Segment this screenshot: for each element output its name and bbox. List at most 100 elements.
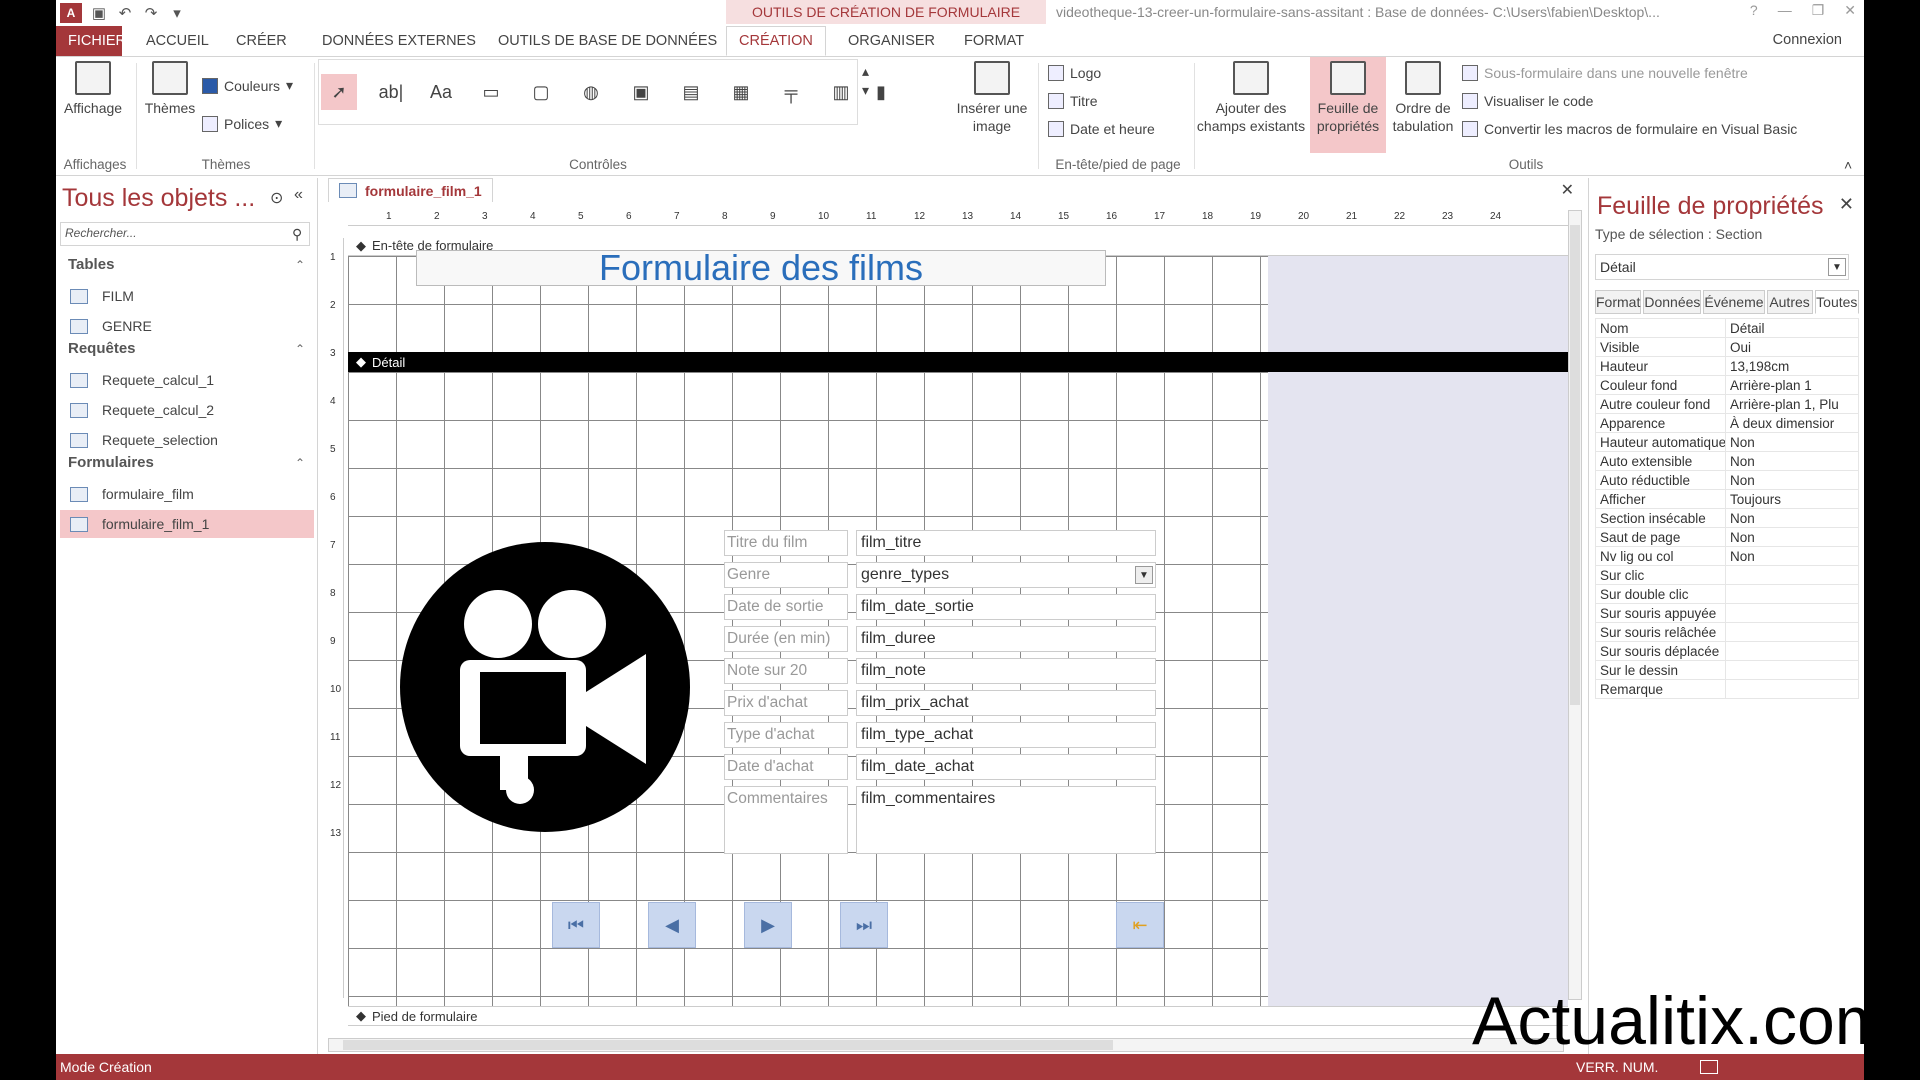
gallery-scroll[interactable]: ▴ ▾ (862, 63, 869, 99)
select-pointer-icon[interactable]: ➚ (321, 74, 357, 110)
search-icon[interactable]: ⚲ (292, 226, 302, 243)
nav-menu-icon[interactable]: ⊙ (270, 188, 283, 208)
scrollbar-thumb[interactable] (343, 1040, 1113, 1050)
help-icon[interactable]: ? (1750, 2, 1758, 19)
close-form-button[interactable]: ⇤ (1116, 902, 1164, 948)
logo-button[interactable]: Logo (1048, 65, 1101, 81)
tab-order-button[interactable]: Ordre de tabulation (1388, 61, 1458, 135)
property-row[interactable]: Hauteur automatique Non (1595, 432, 1859, 452)
property-value[interactable] (1725, 584, 1859, 604)
property-row[interactable]: Sur souris appuyée (1595, 603, 1859, 623)
property-value[interactable] (1725, 679, 1859, 699)
nav-section-tables[interactable]: Tables (68, 256, 114, 273)
tab-format[interactable]: FORMAT (952, 26, 1036, 56)
property-row[interactable]: Sur le dessin (1595, 660, 1859, 680)
restore-icon[interactable]: ❐ (1812, 2, 1825, 19)
section-bar-detail[interactable]: ◆ Détail (348, 352, 1568, 372)
tab-external-data[interactable]: DONNÉES EXTERNES (310, 26, 488, 56)
themes-button[interactable]: Thèmes (140, 61, 200, 117)
close-icon[interactable]: ✕ (1839, 194, 1854, 215)
scroll-down-icon[interactable]: ▾ (862, 82, 869, 99)
field-label[interactable]: Date de sortie (724, 594, 848, 620)
field-label[interactable]: Prix d'achat (724, 690, 848, 716)
customize-qat-icon[interactable]: ▾ (168, 4, 186, 22)
collapse-section-icon[interactable]: ⌃ (295, 342, 305, 356)
tab-design[interactable]: CRÉATION (726, 26, 826, 56)
property-row[interactable]: Auto extensible Non (1595, 451, 1859, 471)
selection-dropdown[interactable]: Détail ▼ (1595, 254, 1849, 280)
nav-item-form[interactable]: formulaire_film (60, 480, 314, 508)
close-window-icon[interactable]: ✕ (1844, 2, 1856, 19)
field-label[interactable]: Titre du film (724, 530, 848, 556)
property-row[interactable]: Hauteur 13,198cm (1595, 356, 1859, 376)
page-break-icon[interactable]: ╤ (773, 74, 809, 110)
document-tab[interactable]: formulaire_film_1 (328, 178, 493, 202)
convert-macros-button[interactable]: Convertir les macros de formulaire en Vi… (1462, 121, 1797, 137)
insert-image-button[interactable]: Insérer une image (952, 61, 1032, 135)
property-value[interactable]: Non (1725, 470, 1859, 490)
property-row[interactable]: Saut de page Non (1595, 527, 1859, 547)
collapse-section-icon[interactable]: ⌃ (295, 258, 305, 272)
section-bar-footer[interactable]: ◆ Pied de formulaire (348, 1006, 1568, 1026)
collapse-section-icon[interactable]: ⌃ (295, 456, 305, 470)
movie-camera-icon[interactable] (400, 542, 690, 832)
scroll-up-icon[interactable]: ▴ (862, 63, 869, 80)
collapse-ribbon-icon[interactable]: ˄ (1844, 157, 1852, 173)
combo-box-control-icon[interactable]: ▥ (823, 74, 859, 110)
nav-item-form-selected[interactable]: formulaire_film_1 (60, 510, 314, 538)
first-record-button[interactable]: ⏮ (552, 902, 600, 948)
web-browser-control-icon[interactable]: ▣ (623, 74, 659, 110)
nav-item-query[interactable]: Requete_calcul_2 (60, 396, 314, 424)
field-textbox[interactable]: film_duree (856, 626, 1156, 652)
view-code-button[interactable]: Visualiser le code (1462, 93, 1593, 109)
property-tab[interactable]: Événeme (1703, 290, 1765, 314)
property-row[interactable]: Auto réductible Non (1595, 470, 1859, 490)
nav-item-table[interactable]: FILM (60, 282, 314, 310)
last-record-button[interactable]: ⏭ (840, 902, 888, 948)
redo-icon[interactable]: ↷ (142, 4, 160, 22)
view-button[interactable]: Affichage (58, 61, 128, 117)
property-tab[interactable]: Autres (1766, 290, 1813, 314)
field-combo-box[interactable]: genre_types ▼ (856, 562, 1156, 588)
field-textbox[interactable]: film_date_achat (856, 754, 1156, 780)
field-textbox[interactable]: film_titre (856, 530, 1156, 556)
date-time-button[interactable]: Date et heure (1048, 121, 1155, 137)
option-group-icon[interactable]: ▦ (723, 74, 759, 110)
property-value[interactable] (1725, 622, 1859, 642)
field-label[interactable]: Type d'achat (724, 722, 848, 748)
chevron-down-icon[interactable]: ▼ (1135, 566, 1153, 584)
property-value[interactable] (1725, 641, 1859, 661)
horizontal-scrollbar[interactable] (328, 1038, 1564, 1052)
property-row[interactable]: Couleur fond Arrière-plan 1 (1595, 375, 1859, 395)
field-label[interactable]: Genre (724, 562, 848, 588)
property-value[interactable]: Non (1725, 527, 1859, 547)
property-value[interactable]: Oui (1725, 337, 1859, 357)
previous-record-button[interactable]: ◀ (648, 902, 696, 948)
property-row[interactable]: Apparence À deux dimensior (1595, 413, 1859, 433)
field-textbox[interactable]: film_type_achat (856, 722, 1156, 748)
field-textbox[interactable]: film_note (856, 658, 1156, 684)
field-label[interactable]: Commentaires (724, 786, 848, 854)
property-row[interactable]: Sur clic (1595, 565, 1859, 585)
field-label[interactable]: Note sur 20 (724, 658, 848, 684)
property-value[interactable] (1725, 660, 1859, 680)
nav-search-input[interactable]: Rechercher... (60, 222, 310, 246)
property-value[interactable]: Non (1725, 432, 1859, 452)
tab-control-icon[interactable]: ▢ (523, 74, 559, 110)
nav-item-query[interactable]: Requete_calcul_1 (60, 366, 314, 394)
property-row[interactable]: Autre couleur fond Arrière-plan 1, Plu (1595, 394, 1859, 414)
field-label[interactable]: Durée (en min) (724, 626, 848, 652)
property-value[interactable]: 13,198cm (1725, 356, 1859, 376)
tab-db-tools[interactable]: OUTILS DE BASE DE DONNÉES (486, 26, 729, 56)
property-tab[interactable]: Toutes (1814, 290, 1859, 314)
field-textbox[interactable]: film_date_sortie (856, 594, 1156, 620)
title-button[interactable]: Titre (1048, 93, 1097, 109)
property-value[interactable]: Non (1725, 546, 1859, 566)
subform-new-window-button[interactable]: Sous-formulaire dans une nouvelle fenêtr… (1462, 65, 1748, 81)
nav-item-query[interactable]: Requete_selection (60, 426, 314, 454)
property-row[interactable]: Nom Détail (1595, 318, 1859, 338)
fonts-button[interactable]: Polices ▾ (202, 115, 282, 132)
property-row[interactable]: Remarque (1595, 679, 1859, 699)
property-row[interactable]: Sur double clic (1595, 584, 1859, 604)
vertical-scrollbar[interactable] (1568, 210, 1582, 1000)
